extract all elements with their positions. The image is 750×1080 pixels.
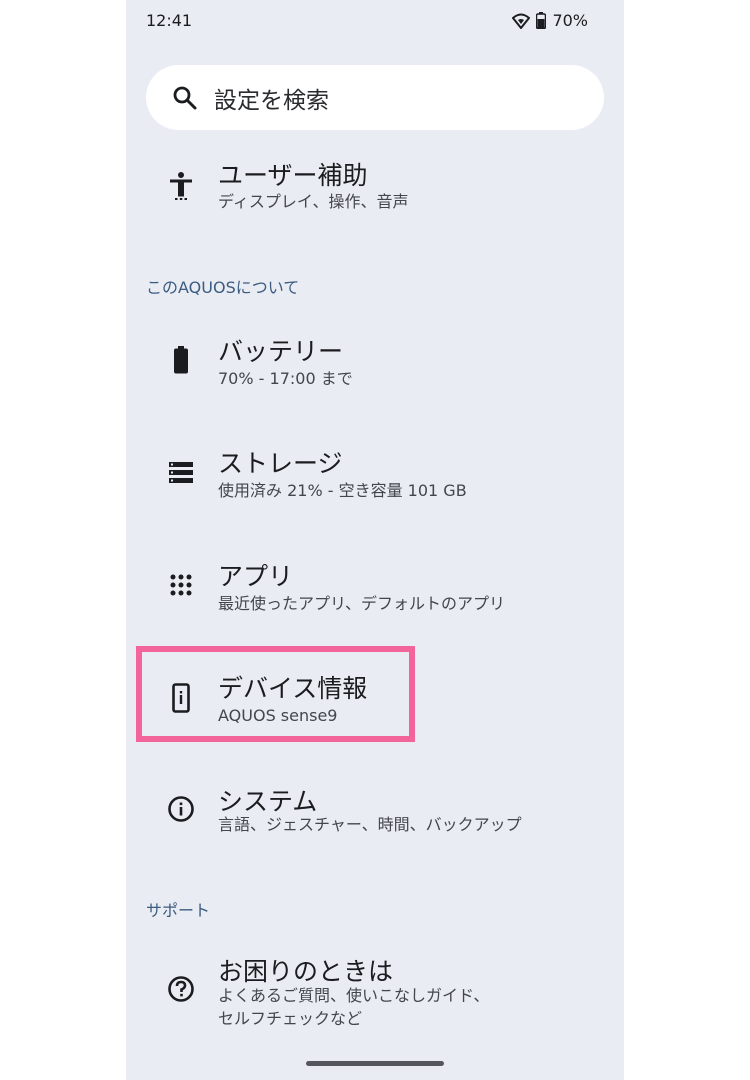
item-title: お困りのときは bbox=[218, 957, 394, 986]
item-subtitle-line2: セルフチェックなど bbox=[218, 1009, 363, 1028]
battery-icon bbox=[174, 346, 188, 374]
apps-grid-icon bbox=[170, 574, 192, 596]
settings-item-help[interactable]: お困りのときは よくあるご質問、使いこなしガイド、 セルフチェックなど bbox=[126, 950, 624, 1040]
settings-item-system[interactable]: システム 言語、ジェスチャー、時間、バックアップ bbox=[126, 780, 624, 870]
storage-icon bbox=[169, 462, 193, 483]
item-title: ストレージ bbox=[218, 449, 343, 478]
status-indicators: 70% bbox=[512, 11, 588, 30]
wifi-icon bbox=[512, 13, 531, 29]
gesture-nav-handle[interactable] bbox=[306, 1061, 444, 1066]
search-placeholder: 設定を検索 bbox=[214, 87, 329, 114]
settings-item-battery[interactable]: バッテリー 70% - 17:00 まで bbox=[126, 330, 624, 420]
item-subtitle: ディスプレイ、操作、音声 bbox=[218, 192, 409, 211]
item-subtitle: AQUOS sense9 bbox=[218, 706, 338, 725]
item-subtitle: 最近使ったアプリ、デフォルトのアプリ bbox=[218, 594, 506, 613]
item-title: アプリ bbox=[218, 562, 294, 591]
section-header-support: サポート bbox=[146, 901, 211, 920]
status-time: 12:41 bbox=[146, 11, 193, 30]
search-bar[interactable]: 設定を検索 bbox=[146, 65, 604, 130]
info-icon bbox=[168, 796, 194, 822]
item-title: デバイス情報 bbox=[218, 674, 368, 703]
item-subtitle: 言語、ジェスチャー、時間、バックアップ bbox=[218, 815, 522, 834]
accessibility-icon bbox=[170, 172, 192, 200]
search-icon bbox=[173, 86, 197, 109]
item-title: ユーザー補助 bbox=[218, 161, 368, 190]
settings-item-device-info[interactable]: デバイス情報 AQUOS sense9 bbox=[126, 667, 624, 757]
battery-percent: 70% bbox=[552, 11, 588, 30]
battery-status-icon bbox=[536, 12, 547, 29]
section-header-about: このAQUOSについて bbox=[146, 278, 300, 297]
item-subtitle-line1: よくあるご質問、使いこなしガイド、 bbox=[218, 986, 490, 1005]
item-title: バッテリー bbox=[218, 337, 344, 366]
settings-item-apps[interactable]: アプリ 最近使ったアプリ、デフォルトのアプリ bbox=[126, 555, 624, 645]
device-info-icon bbox=[172, 683, 190, 713]
item-subtitle: 70% - 17:00 まで bbox=[218, 369, 353, 388]
settings-item-storage[interactable]: ストレージ 使用済み 21% - 空き容量 101 GB bbox=[126, 442, 624, 532]
settings-item-accessibility[interactable]: ユーザー補助 ディスプレイ、操作、音声 bbox=[126, 150, 624, 240]
settings-screen: 12:41 70% 設定を検索 ユーザー補助 ディスプレイ、操作、音声 このAQ… bbox=[126, 0, 624, 1080]
status-bar: 12:41 70% bbox=[126, 0, 624, 44]
help-icon bbox=[168, 976, 194, 1002]
item-subtitle: 使用済み 21% - 空き容量 101 GB bbox=[218, 481, 467, 500]
